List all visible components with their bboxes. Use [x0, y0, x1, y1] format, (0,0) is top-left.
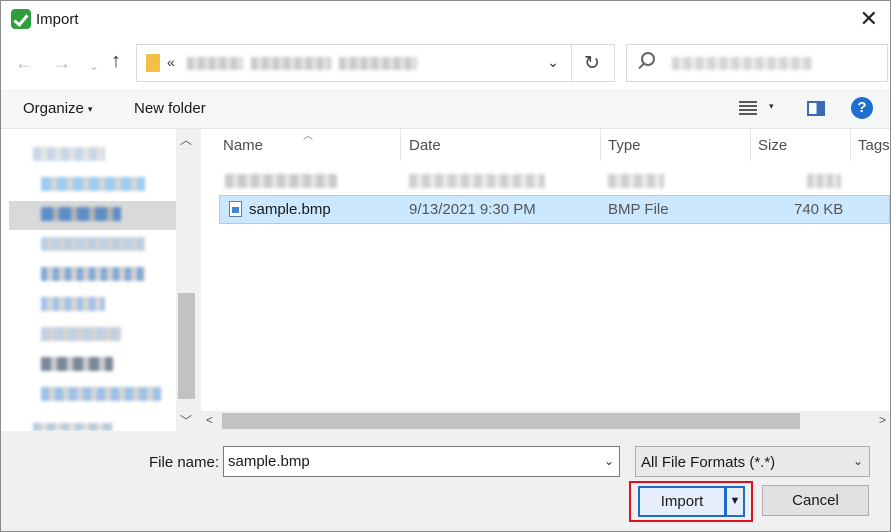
recent-locations-icon[interactable]: ⌄: [89, 56, 99, 76]
address-bar[interactable]: « ⌄: [136, 44, 572, 82]
help-icon[interactable]: ?: [851, 97, 873, 119]
up-icon[interactable]: ↑: [111, 51, 121, 71]
nav-item-redacted[interactable]: [41, 267, 145, 281]
file-row-selected[interactable]: sample.bmp 9/13/2021 9:30 PM BMP File 74…: [219, 195, 890, 224]
file-row-redacted-date[interactable]: [409, 174, 545, 188]
column-divider[interactable]: [400, 129, 401, 161]
sort-ascending-icon: ︿: [303, 131, 313, 142]
address-row: ← → ⌄ ↑ « ⌄ ↻: [1, 39, 890, 89]
refresh-icon: ↻: [584, 53, 600, 74]
file-row-redacted-name[interactable]: [225, 174, 337, 188]
close-icon[interactable]: ✕: [860, 7, 878, 31]
scroll-left-icon[interactable]: <: [206, 413, 213, 427]
nav-item-redacted[interactable]: [41, 237, 145, 251]
nav-item-redacted[interactable]: [41, 207, 121, 221]
import-dialog: Import ✕ ← → ⌄ ↑ « ⌄ ↻ Organize ▾ New fol…: [0, 0, 891, 532]
command-bar: Organize ▾ New folder ▾ ?: [1, 89, 890, 129]
bmp-file-icon: [229, 201, 242, 217]
search-placeholder-redacted: [672, 57, 812, 70]
breadcrumb-overflow[interactable]: «: [167, 54, 175, 70]
scroll-right-icon[interactable]: >: [879, 413, 886, 427]
column-divider[interactable]: [750, 129, 751, 161]
column-header-tags[interactable]: Tags: [858, 129, 890, 161]
view-options-caret-icon[interactable]: ▾: [769, 101, 774, 112]
organize-label: Organize: [23, 100, 84, 117]
horizontal-scrollbar[interactable]: < >: [201, 411, 890, 431]
back-icon[interactable]: ←: [15, 53, 33, 73]
column-header-type[interactable]: Type: [608, 129, 641, 161]
forward-icon[interactable]: →: [53, 53, 71, 73]
preview-pane-icon[interactable]: [807, 101, 825, 116]
new-folder-button[interactable]: New folder: [134, 100, 206, 117]
breadcrumb-segment-redacted[interactable]: [339, 57, 417, 70]
file-name-input[interactable]: [223, 446, 620, 477]
column-divider[interactable]: [850, 129, 851, 161]
import-split-arrow-icon[interactable]: ▼: [726, 486, 745, 517]
view-icon[interactable]: [739, 101, 757, 115]
nav-item-redacted[interactable]: [41, 387, 161, 401]
file-type-select[interactable]: All File Formats (*.*) ⌄: [635, 446, 870, 477]
folder-icon: [146, 54, 160, 72]
column-divider[interactable]: [600, 129, 601, 161]
column-header-name[interactable]: Name: [223, 129, 263, 161]
import-button[interactable]: Import: [638, 486, 726, 517]
chevron-down-icon[interactable]: ⌄: [604, 454, 614, 468]
file-row-redacted-size[interactable]: [807, 174, 841, 188]
scroll-up-icon[interactable]: ︿: [180, 131, 192, 148]
file-type-cell: BMP File: [608, 201, 669, 218]
chevron-down-icon[interactable]: ⌄: [547, 54, 559, 71]
nav-item-redacted[interactable]: [33, 423, 113, 431]
file-list: ︿ Name Date Type Size Tags sample.bmp 9/…: [201, 129, 890, 431]
horizontal-scroll-thumb[interactable]: [222, 413, 800, 429]
window-title: Import: [36, 11, 79, 28]
nav-item-redacted[interactable]: [41, 357, 113, 371]
title-bar: Import ✕: [1, 1, 890, 39]
search-input[interactable]: [626, 44, 888, 82]
navigation-pane: ︿ ﹀: [1, 129, 197, 431]
file-name-cell: sample.bmp: [249, 201, 331, 218]
dialog-footer: File name: ⌄ All File Formats (*.*) ⌄ Im…: [1, 431, 890, 531]
cancel-button[interactable]: Cancel: [762, 485, 869, 516]
refresh-button[interactable]: ↻: [572, 44, 615, 82]
file-name-label: File name:: [149, 454, 220, 471]
column-header-size[interactable]: Size: [758, 129, 787, 161]
nav-item-redacted[interactable]: [41, 327, 121, 341]
search-icon: [641, 52, 655, 66]
nav-item-redacted[interactable]: [41, 177, 145, 191]
navigation-scroll-thumb[interactable]: [178, 293, 195, 399]
chevron-down-icon[interactable]: ⌄: [853, 454, 863, 468]
file-size-cell: 740 KB: [794, 201, 844, 218]
navigation-scrollbar[interactable]: ︿ ﹀: [176, 129, 197, 431]
caret-down-icon: ▾: [87, 103, 93, 114]
column-header-date[interactable]: Date: [409, 129, 441, 161]
breadcrumb-segment-redacted[interactable]: [187, 57, 243, 70]
breadcrumb-segment-redacted[interactable]: [251, 57, 331, 70]
file-type-value: All File Formats (*.*): [641, 454, 776, 471]
scroll-down-icon[interactable]: ﹀: [180, 412, 192, 429]
file-row-redacted-type[interactable]: [608, 174, 664, 188]
app-icon: [11, 9, 31, 29]
nav-item-redacted[interactable]: [33, 147, 105, 161]
organize-button[interactable]: Organize ▾: [23, 100, 92, 117]
nav-item-redacted[interactable]: [41, 297, 105, 311]
file-date-cell: 9/13/2021 9:30 PM: [409, 201, 536, 218]
